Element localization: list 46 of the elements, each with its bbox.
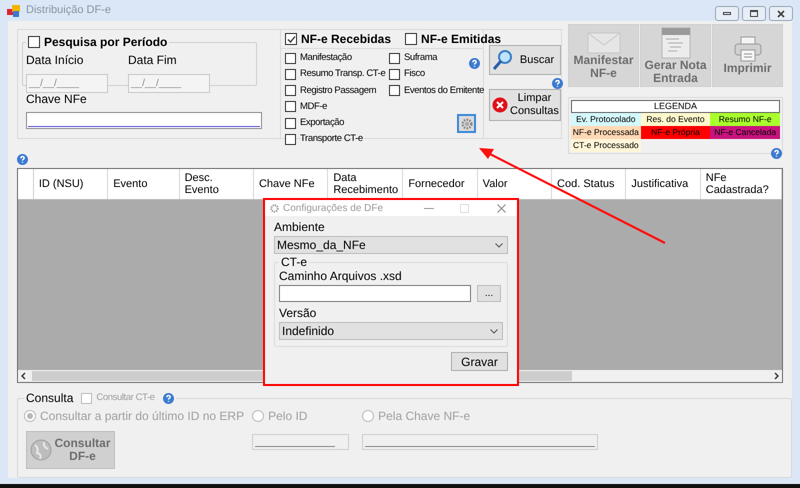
field-label: Versão <box>279 306 318 320</box>
dialog-title: Configurações de DFe <box>283 202 384 216</box>
checkbox-label: Registro Passagem <box>300 84 376 98</box>
checkbox-label: Consultar CT-e <box>96 390 155 405</box>
column-header[interactable]: ID (NSU) <box>34 169 108 199</box>
radio-label: Pela Chave NF-e <box>378 408 470 425</box>
legend-item: NF-e Cancelada <box>710 126 780 139</box>
legend-item: Resumo NF-e <box>710 113 780 126</box>
clear-button[interactable]: Limpar Consultas <box>489 89 561 121</box>
group-title: Consulta <box>26 390 74 407</box>
field-label: Data Fim <box>128 52 178 69</box>
column-header[interactable]: Cod. Status <box>552 169 626 199</box>
save-button[interactable]: Gravar <box>451 352 508 371</box>
legend-item: Res. do Evento <box>640 113 710 126</box>
field-label: Caminho Arquivos .xsd <box>279 269 403 283</box>
group-title: CT-e <box>280 255 308 269</box>
checkbox-label: Eventos do Emitente <box>404 84 484 98</box>
checkbox-label: Fisco <box>404 67 425 82</box>
column-header[interactable]: Justificativa <box>626 169 701 199</box>
legend-item: CT-e Processado <box>571 139 641 152</box>
checkbox-label: Suframa <box>404 51 438 65</box>
checkbox-label: Exportação <box>300 116 344 130</box>
field-label: Data Início <box>26 52 84 69</box>
legend-item: NF-e Própria <box>640 126 710 139</box>
dropdown[interactable]: Indefinido <box>279 322 503 340</box>
checkbox-label: Resumo Transp. CT-e <box>300 67 386 82</box>
column-header[interactable]: Desc. Evento <box>180 169 254 199</box>
radio-label: Pelo ID <box>268 408 308 425</box>
checkbox-label: NF-e Emitidas <box>421 31 502 48</box>
legend-title: LEGENDA <box>571 100 780 113</box>
field-label: Chave NFe <box>26 91 88 108</box>
legend-item: NF-e Processada <box>571 126 641 139</box>
legend-item: Ev. Protocolado <box>571 113 641 126</box>
checkbox-label: Manifestação <box>300 51 352 65</box>
column-header[interactable]: NFe Cadastrada? <box>700 169 782 199</box>
checkbox-label: Transporte CT-e <box>300 132 363 146</box>
checkbox-label: NF-e Recebidas <box>301 31 392 48</box>
search-button[interactable]: Buscar <box>489 45 561 75</box>
field-label: Ambiente <box>274 220 326 234</box>
column-header[interactable]: Evento <box>108 169 180 199</box>
dropdown[interactable]: Mesmo_da_NFe <box>274 236 508 254</box>
checkbox-label: MDF-e <box>300 100 328 114</box>
checkbox-label: Pesquisa por Período <box>44 34 168 51</box>
window-title: Distribuição DF-e <box>26 3 111 18</box>
radio-label: Consultar a partir do último ID no ERP <box>40 408 244 425</box>
browse-button[interactable]: ... <box>477 285 501 302</box>
